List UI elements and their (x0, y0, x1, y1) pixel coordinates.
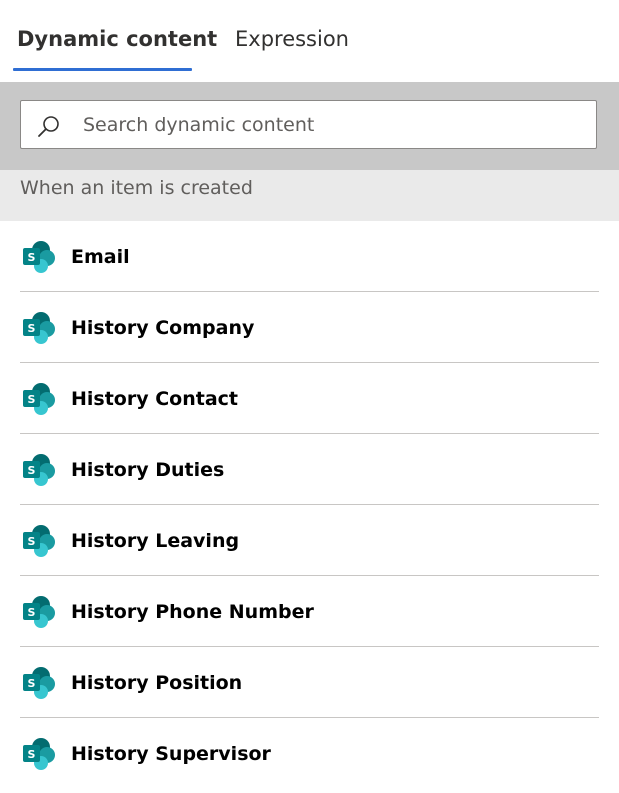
svg-text:S: S (28, 393, 36, 406)
list-item-history-contact[interactable]: S History Contact (20, 363, 599, 434)
list-item-label: History Company (71, 317, 255, 339)
svg-text:S: S (28, 464, 36, 477)
list-item-history-leaving[interactable]: S History Leaving (20, 505, 599, 576)
section-header: When an item is created (0, 170, 619, 221)
svg-text:S: S (28, 251, 36, 264)
list-item-label: History Leaving (71, 530, 240, 552)
svg-text:S: S (28, 322, 36, 335)
tab-bar: Dynamic content Expression (0, 0, 619, 82)
sharepoint-icon: S (23, 525, 55, 557)
search-icon (38, 116, 59, 137)
list-item-label: Email (71, 246, 130, 268)
svg-text:S: S (28, 748, 36, 761)
sharepoint-icon: S (23, 667, 55, 699)
search-box[interactable] (20, 100, 597, 149)
sharepoint-icon: S (23, 738, 55, 770)
list-item-history-duties[interactable]: S History Duties (20, 434, 599, 505)
list-item-label: History Duties (71, 459, 225, 481)
tab-dynamic-content[interactable]: Dynamic content (17, 25, 217, 53)
active-tab-indicator (13, 68, 192, 71)
dynamic-content-panel: Dynamic content Expression When an item … (0, 0, 619, 793)
sharepoint-icon: S (23, 241, 55, 273)
list-item-history-position[interactable]: S History Position (20, 647, 599, 718)
list-item-email[interactable]: S Email (20, 221, 599, 292)
list-item-label: History Contact (71, 388, 239, 410)
list-item-history-phone-number[interactable]: S History Phone Number (20, 576, 599, 647)
tab-expression[interactable]: Expression (235, 25, 349, 53)
list-item-label: History Position (71, 672, 243, 694)
sharepoint-icon: S (23, 454, 55, 486)
search-area (0, 82, 619, 170)
list-item-label: History Phone Number (71, 601, 314, 623)
list-item-label: History Supervisor (71, 743, 271, 765)
svg-text:S: S (28, 606, 36, 619)
dynamic-content-list: S Email S History Company S History Cont… (0, 221, 619, 789)
list-item-history-supervisor[interactable]: S History Supervisor (20, 718, 599, 789)
sharepoint-icon: S (23, 312, 55, 344)
search-input[interactable] (83, 101, 583, 148)
svg-text:S: S (28, 535, 36, 548)
sharepoint-icon: S (23, 383, 55, 415)
sharepoint-icon: S (23, 596, 55, 628)
section-title: When an item is created (20, 177, 253, 199)
svg-text:S: S (28, 677, 36, 690)
list-item-history-company[interactable]: S History Company (20, 292, 599, 363)
